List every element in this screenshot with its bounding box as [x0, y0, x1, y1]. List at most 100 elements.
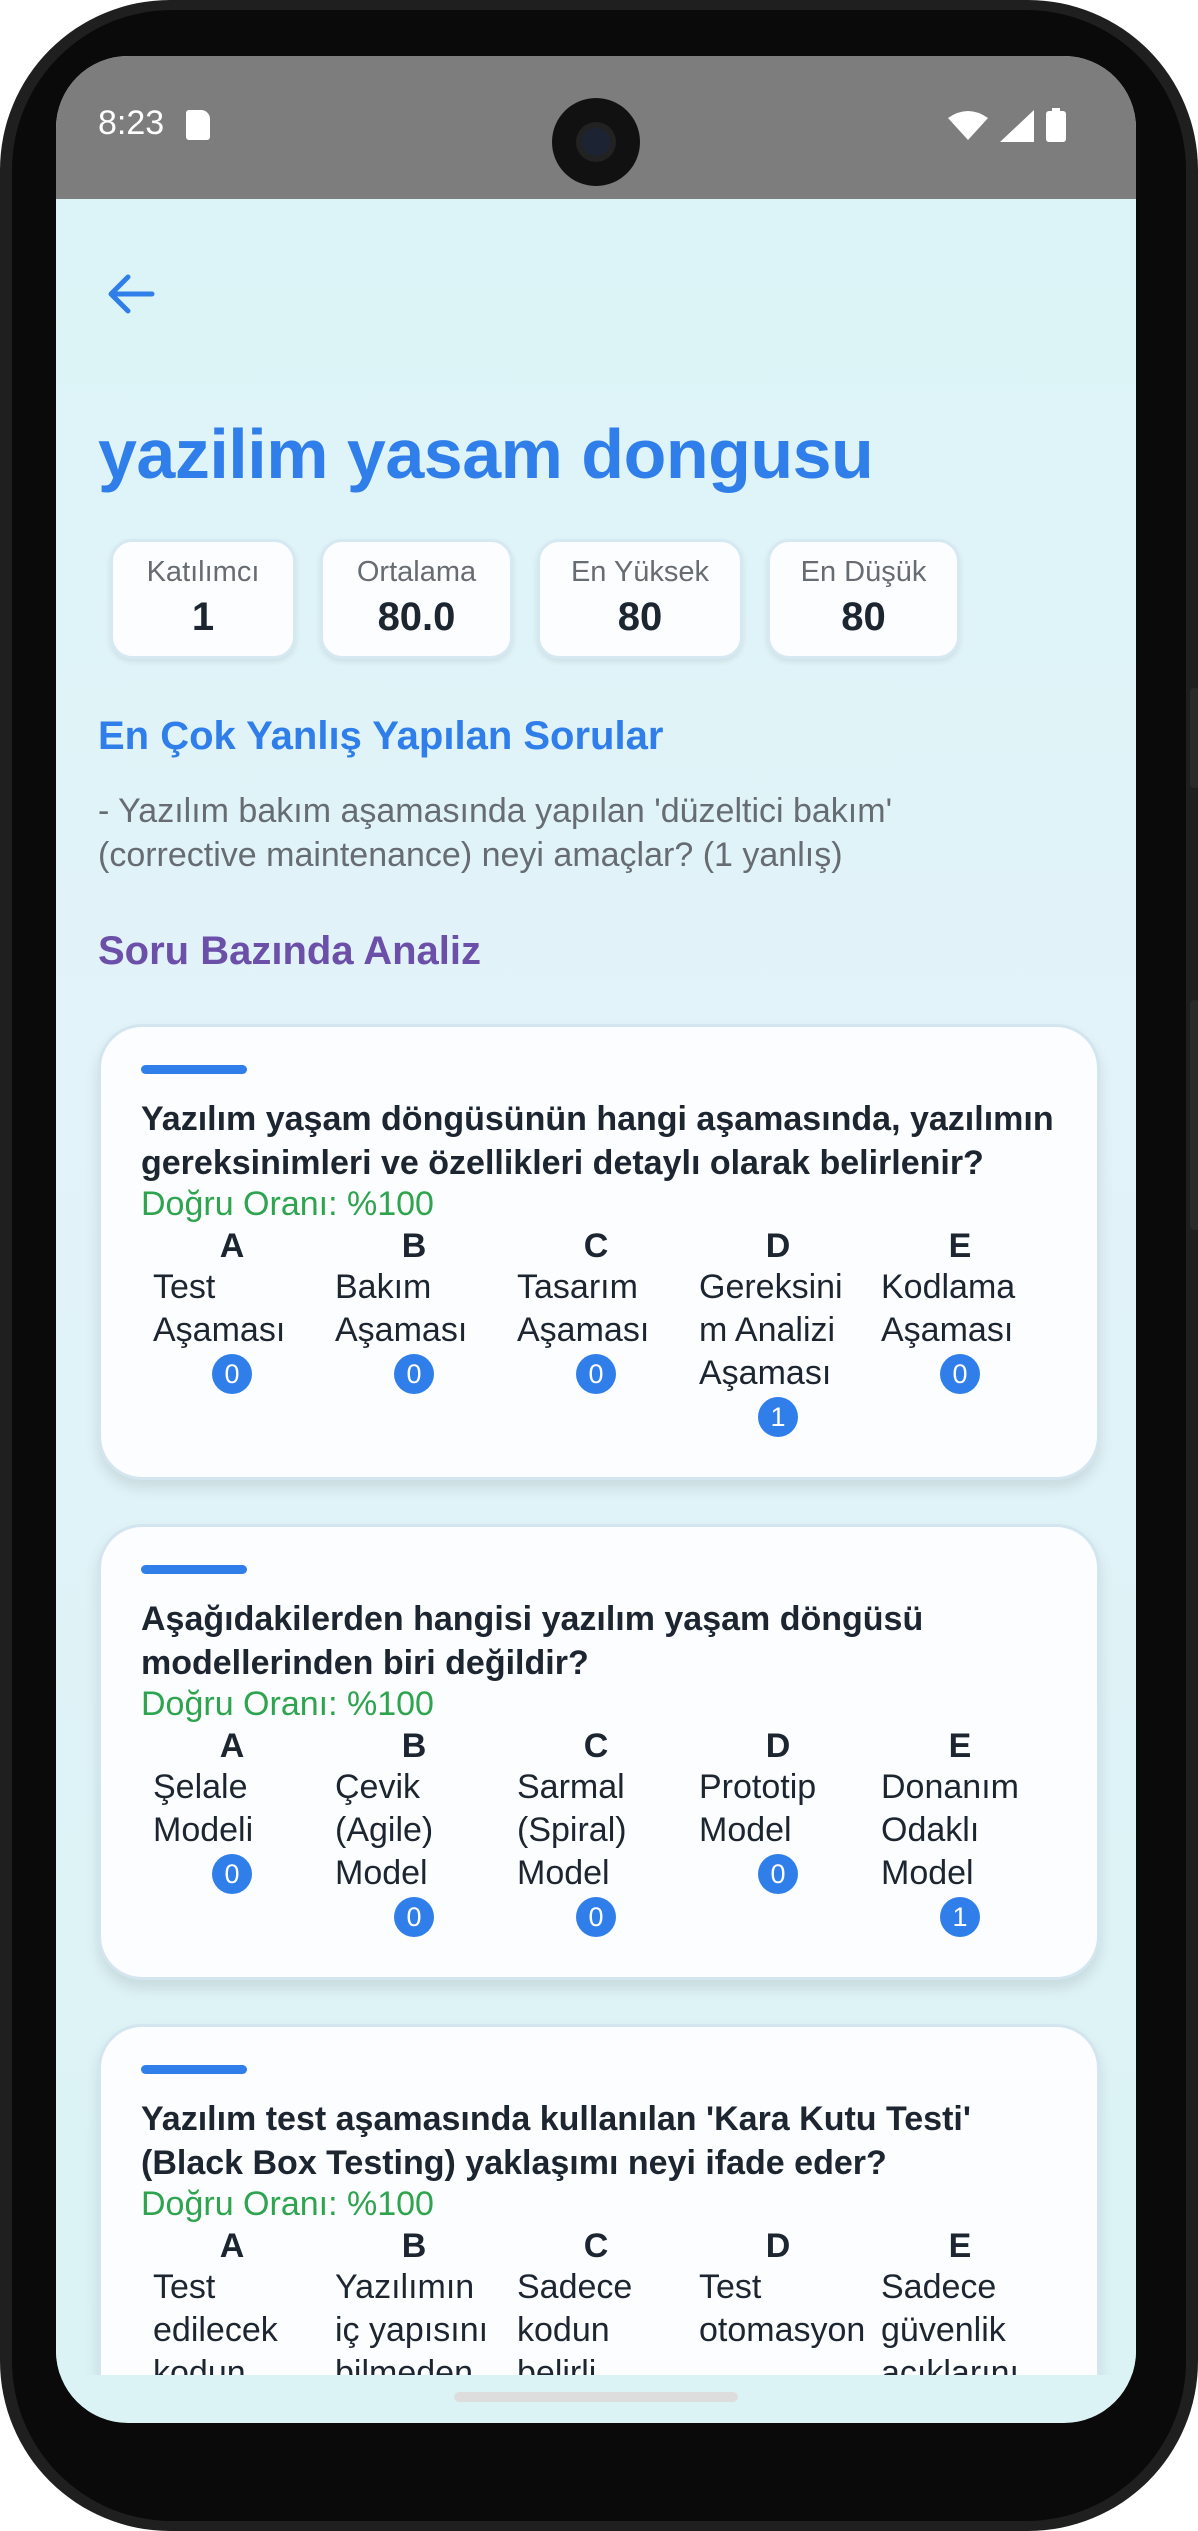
option-e: E Donanım Odaklı Model 1: [869, 1727, 1051, 1937]
option-text: Prototip Model: [699, 1768, 817, 1849]
option-text: Kodlama Aşaması: [881, 1268, 1016, 1349]
options-row: A Test Aşaması 0 B Bakım Aşaması 0 C Tas…: [141, 1227, 1051, 1437]
option-text: Test otomasyon: [699, 2268, 866, 2349]
option-count-badge: 0: [758, 1854, 798, 1894]
option-b: B Çevik (Agile) Model 0: [323, 1727, 505, 1937]
option-letter: E: [948, 1727, 972, 1765]
stat-card-participants: Katılımcı 1: [110, 539, 296, 659]
stat-label: Katılımcı: [146, 556, 260, 588]
front-camera: [552, 98, 640, 186]
option-letter: B: [401, 1727, 427, 1765]
option-count-badge: 0: [394, 1897, 434, 1937]
correct-rate: Doğru Oranı: %100: [141, 2185, 434, 2223]
option-count-badge: 0: [212, 1854, 252, 1894]
option-c: C Sadece kodun belirli: [505, 2227, 687, 2375]
option-text: Yazılımın iç yapısını bilmeden: [335, 2268, 489, 2375]
option-letter: D: [765, 2227, 791, 2265]
analysis-heading: Soru Bazında Analiz: [98, 929, 482, 973]
option-count-badge: 0: [940, 1354, 980, 1394]
correct-rate: Doğru Oranı: %100: [141, 1685, 434, 1723]
option-letter: D: [765, 1227, 791, 1265]
stat-label: En Düşük: [800, 556, 927, 588]
option-letter: A: [219, 1227, 245, 1265]
question-text: Aşağıdakilerden hangisi yazılım yaşam dö…: [141, 1600, 924, 1682]
option-b: B Yazılımın iç yapısını bilmeden: [323, 2227, 505, 2375]
power-button: [1190, 688, 1198, 788]
option-c: C Sarmal (Spiral) Model 0: [505, 1727, 687, 1937]
option-text: Test edilecek kodun: [153, 2268, 278, 2375]
back-button[interactable]: [96, 259, 166, 329]
option-a: A Test edilecek kodun: [141, 2227, 323, 2375]
option-a: A Şelale Modeli 0: [141, 1727, 323, 1937]
option-text: Donanım Odaklı Model: [881, 1768, 1019, 1892]
question-card: Yazılım test aşamasında kullanılan 'Kara…: [98, 2024, 1100, 2375]
option-count-badge: 0: [394, 1354, 434, 1394]
stat-value: 1: [191, 595, 215, 639]
option-e: E Kodlama Aşaması 0: [869, 1227, 1051, 1437]
option-letter: E: [948, 1227, 972, 1265]
option-letter: B: [401, 1227, 427, 1265]
stat-card-average: Ortalama 80.0: [320, 539, 513, 659]
most-wrong-item: - Yazılım bakım aşamasında yapılan 'düze…: [98, 792, 893, 874]
battery-icon: [1046, 108, 1066, 142]
option-letter: E: [948, 2227, 972, 2265]
option-letter: C: [583, 1227, 609, 1265]
stat-card-highest: En Yüksek 80: [537, 539, 743, 659]
option-letter: C: [583, 2227, 609, 2265]
option-text: Test Aşaması: [153, 1268, 286, 1349]
home-indicator[interactable]: [454, 2392, 738, 2402]
option-letter: D: [765, 1727, 791, 1765]
question-card: Yazılım yaşam döngüsünün hangi aşamasınd…: [98, 1024, 1100, 1480]
option-letter: A: [219, 1727, 245, 1765]
card-accent-bar: [141, 2065, 247, 2074]
stat-value: 80.0: [377, 595, 456, 639]
options-row: A Test edilecek kodun B Yazılımın iç yap…: [141, 2227, 1051, 2375]
screen: 8:23 yazilim yasam dongusu Katılımcı 1 O…: [56, 56, 1136, 2423]
option-d: D Prototip Model 0: [687, 1727, 869, 1937]
stats-row: Katılımcı 1 Ortalama 80.0 En Yüksek 80 E…: [110, 539, 960, 659]
option-e: E Sadece güvenlik açıklarını: [869, 2227, 1051, 2375]
question-text: Yazılım test aşamasında kullanılan 'Kara…: [141, 2100, 971, 2182]
option-count-badge: 1: [758, 1397, 798, 1437]
option-letter: C: [583, 1727, 609, 1765]
stat-label: En Yüksek: [570, 556, 710, 588]
option-text: Sarmal (Spiral) Model: [517, 1768, 627, 1892]
status-bar: 8:23: [56, 56, 1136, 199]
card-accent-bar: [141, 1065, 247, 1074]
question-card: Aşağıdakilerden hangisi yazılım yaşam dö…: [98, 1524, 1100, 1980]
stat-value: 80: [841, 595, 886, 639]
arrow-left-icon: [108, 274, 155, 314]
wifi-icon: [948, 111, 988, 140]
stat-value: 80: [617, 595, 663, 639]
option-d: D Gereksinim Analizi Aşaması 1: [687, 1227, 869, 1437]
option-a: A Test Aşaması 0: [141, 1227, 323, 1437]
option-text: Çevik (Agile) Model: [335, 1768, 434, 1892]
option-text: Sadece güvenlik açıklarını: [881, 2268, 1019, 2375]
sd-card-icon: [186, 110, 210, 140]
options-row: A Şelale Modeli 0 B Çevik (Agile) Model …: [141, 1727, 1051, 1937]
option-b: B Bakım Aşaması 0: [323, 1227, 505, 1437]
question-text: Yazılım yaşam döngüsünün hangi aşamasınd…: [141, 1100, 1054, 1182]
signal-icon: [1000, 110, 1034, 142]
option-letter: B: [401, 2227, 427, 2265]
most-wrong-heading: En Çok Yanlış Yapılan Sorular: [98, 714, 664, 758]
stat-card-lowest: En Düşük 80: [767, 539, 960, 659]
option-d: D Test otomasyon: [687, 2227, 869, 2375]
app-content: yazilim yasam dongusu Katılımcı 1 Ortala…: [56, 199, 1136, 2375]
option-letter: A: [219, 2227, 245, 2265]
option-count-badge: 0: [576, 1354, 616, 1394]
card-accent-bar: [141, 1565, 247, 1574]
option-text: Sadece kodun belirli: [517, 2268, 633, 2375]
option-text: Tasarım Aşaması: [517, 1268, 650, 1349]
option-count-badge: 0: [212, 1354, 252, 1394]
page-title: yazilim yasam dongusu: [98, 415, 874, 493]
option-text: Bakım Aşaması: [335, 1268, 468, 1349]
phone-frame: 8:23 yazilim yasam dongusu Katılımcı 1 O…: [0, 0, 1198, 2531]
status-icons: [948, 108, 1066, 142]
volume-button: [1190, 1000, 1198, 1230]
option-count-badge: 0: [576, 1897, 616, 1937]
status-time: 8:23: [98, 104, 165, 142]
option-text: Şelale Modeli: [153, 1768, 254, 1849]
correct-rate: Doğru Oranı: %100: [141, 1185, 434, 1223]
option-text: Gereksinim Analizi Aşaması: [699, 1268, 843, 1392]
